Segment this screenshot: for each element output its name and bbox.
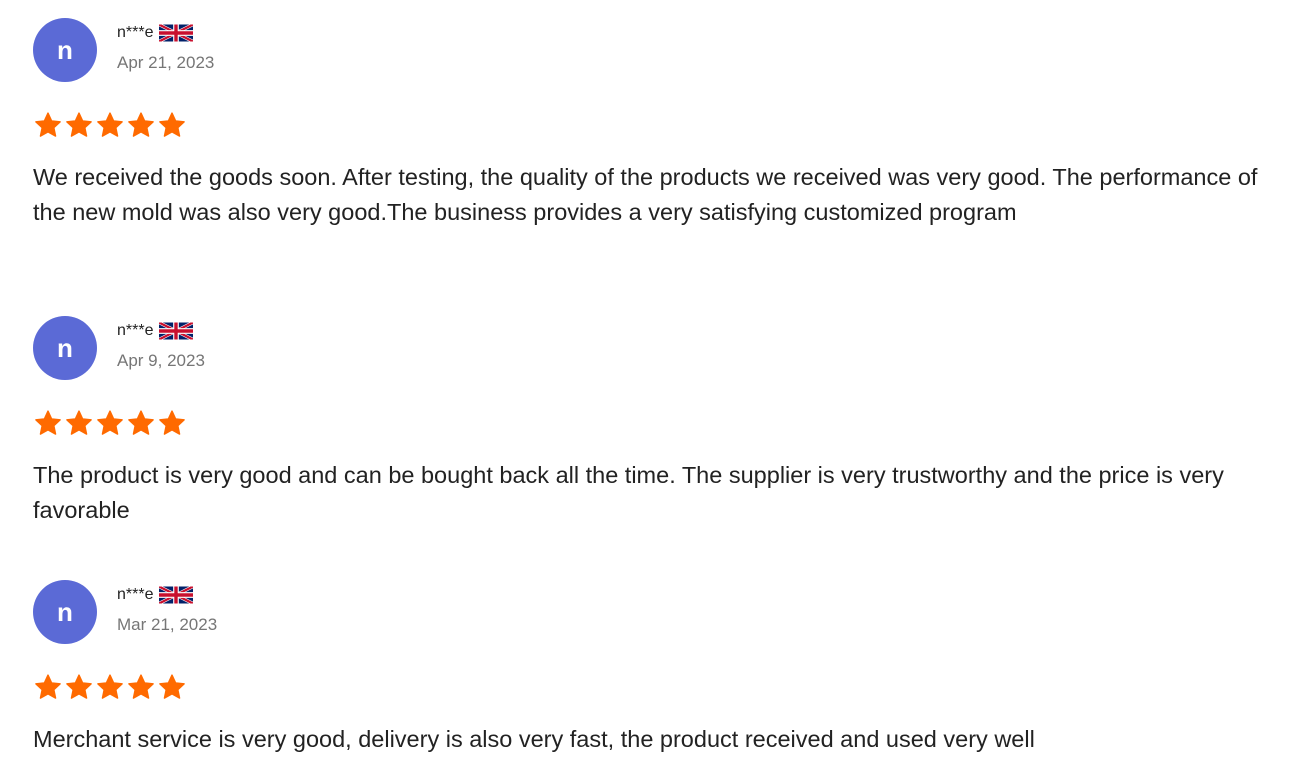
reviewer-name: n***e bbox=[117, 586, 154, 603]
avatar: n bbox=[33, 316, 97, 380]
star-rating bbox=[33, 673, 188, 701]
review-date: Apr 9, 2023 bbox=[117, 351, 205, 370]
star-icon bbox=[64, 409, 94, 437]
star-icon bbox=[157, 409, 187, 437]
review-date: Mar 21, 2023 bbox=[117, 615, 218, 634]
review-text: The product is very good and can be boug… bbox=[33, 462, 1224, 523]
star-icon bbox=[126, 673, 156, 701]
star-icon bbox=[33, 673, 63, 701]
reviewer-info: n***e Apr 9, 2023 bbox=[117, 319, 205, 371]
star-icon bbox=[64, 111, 94, 139]
star-icon bbox=[126, 409, 156, 437]
star-icon bbox=[95, 409, 125, 437]
reviewer-info: n***e Apr 21, 2023 bbox=[117, 21, 214, 73]
star-icon bbox=[126, 111, 156, 139]
star-rating bbox=[33, 409, 188, 437]
review-text: We received the goods soon. After testin… bbox=[33, 164, 1258, 225]
review-date: Apr 21, 2023 bbox=[117, 53, 215, 72]
star-icon bbox=[95, 673, 125, 701]
star-rating bbox=[33, 111, 188, 139]
star-icon bbox=[157, 111, 187, 139]
reviewer-name: n***e bbox=[117, 24, 154, 41]
review-text: Merchant service is very good, delivery … bbox=[33, 726, 1035, 752]
avatar: n bbox=[33, 580, 97, 644]
avatar: n bbox=[33, 18, 97, 82]
uk-flag-icon bbox=[159, 22, 193, 44]
star-icon bbox=[33, 111, 63, 139]
star-icon bbox=[157, 673, 187, 701]
uk-flag-icon bbox=[159, 584, 193, 606]
star-icon bbox=[95, 111, 125, 139]
uk-flag-icon bbox=[159, 320, 193, 342]
reviewer-name: n***e bbox=[117, 322, 154, 339]
star-icon bbox=[33, 409, 63, 437]
star-icon bbox=[64, 673, 94, 701]
reviewer-info: n***e Mar 21, 2023 bbox=[117, 583, 217, 635]
